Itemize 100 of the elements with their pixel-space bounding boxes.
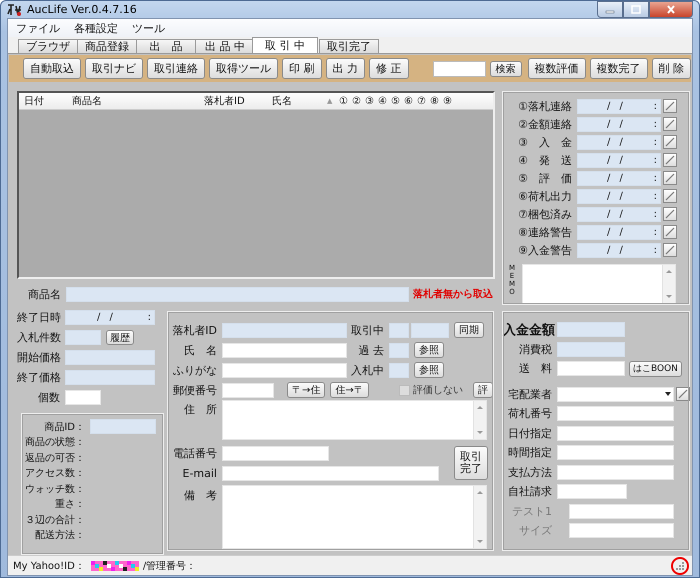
edit-button[interactable]: [663, 207, 677, 221]
column-header[interactable]: 日付: [24, 94, 72, 108]
date-field[interactable]: / / :: [577, 152, 661, 168]
input-field[interactable]: [65, 370, 155, 384]
date-field[interactable]: / / :: [577, 206, 661, 222]
column-header[interactable]: 商品名: [72, 94, 204, 108]
scrollbar[interactable]: [473, 486, 486, 548]
input-field[interactable]: [389, 322, 409, 338]
input-field[interactable]: [557, 445, 674, 460]
input-field[interactable]: [557, 322, 625, 338]
sync-button[interactable]: 同期: [454, 322, 484, 338]
edit-button[interactable]: [663, 225, 677, 239]
input-field[interactable]: [222, 382, 274, 398]
tab[interactable]: ブラウザ: [18, 39, 78, 53]
input-field[interactable]: [66, 286, 409, 302]
column-header[interactable]: ④: [376, 96, 389, 106]
column-header[interactable]: ⑥: [402, 96, 415, 106]
checkbox[interactable]: [398, 384, 410, 396]
dropdown[interactable]: [557, 386, 674, 402]
address-to-postal-button[interactable]: 住→〒: [330, 382, 369, 398]
hakoboon-button[interactable]: はこBOON: [629, 360, 682, 377]
rate-button[interactable]: 評: [473, 382, 493, 398]
menu-item[interactable]: ツール: [132, 20, 165, 36]
tab[interactable]: 取引完了: [319, 39, 379, 53]
toolbar-button[interactable]: 複数完了: [590, 58, 648, 79]
column-header[interactable]: ⑤: [389, 96, 402, 106]
menu-item[interactable]: ファイル: [16, 20, 60, 36]
toolbar-button[interactable]: 出 力: [326, 58, 365, 79]
column-header[interactable]: ②: [350, 96, 363, 106]
scrollbar[interactable]: [473, 401, 486, 439]
input-field[interactable]: [389, 342, 409, 358]
complete-button[interactable]: 取引完了: [454, 446, 488, 480]
close-button[interactable]: [649, 1, 693, 18]
search-field[interactable]: [432, 60, 486, 76]
tab[interactable]: 出 品: [136, 39, 196, 53]
input-field[interactable]: [557, 464, 674, 480]
input-field[interactable]: [222, 322, 347, 338]
toolbar-button[interactable]: 自動取込: [23, 58, 81, 79]
input-field[interactable]: [389, 362, 409, 378]
edit-button[interactable]: [663, 99, 677, 113]
edit-button[interactable]: [663, 171, 677, 185]
input-field[interactable]: [222, 342, 347, 358]
input-field[interactable]: [222, 446, 329, 460]
view-button[interactable]: 参照: [414, 362, 444, 378]
column-header[interactable]: ⑦: [415, 96, 428, 106]
input-field[interactable]: [557, 342, 625, 357]
toolbar-button[interactable]: 削 除: [652, 58, 691, 79]
history-button[interactable]: 履歴: [106, 330, 134, 344]
column-header[interactable]: 落札者ID: [204, 94, 272, 108]
column-header[interactable]: ⑨: [441, 96, 454, 106]
input-field[interactable]: [411, 322, 449, 338]
text-area[interactable]: [522, 264, 676, 304]
column-header[interactable]: ③: [363, 96, 376, 106]
toolbar-button[interactable]: 複数評価: [528, 58, 586, 79]
size-grip-icon[interactable]: [676, 562, 684, 570]
column-header[interactable]: 氏名: [272, 94, 327, 108]
edit-button[interactable]: [663, 189, 677, 203]
input-field[interactable]: [222, 466, 439, 480]
date-field[interactable]: / / :: [577, 98, 661, 114]
date-field[interactable]: / / :: [577, 242, 661, 258]
search-button[interactable]: 検索: [490, 60, 522, 76]
maximize-button[interactable]: [623, 1, 649, 18]
toolbar-button[interactable]: 取引ナビ: [85, 58, 143, 79]
view-button[interactable]: 参照: [414, 342, 444, 358]
date-field[interactable]: / / :: [65, 310, 155, 324]
minimize-button[interactable]: [597, 1, 623, 18]
edit-button[interactable]: [663, 243, 677, 257]
toolbar-button[interactable]: 取得ツール: [209, 58, 278, 79]
input-field[interactable]: [65, 350, 155, 364]
column-header[interactable]: ⑧: [428, 96, 441, 106]
edit-button[interactable]: [663, 135, 677, 149]
input-field[interactable]: [557, 406, 674, 422]
date-field[interactable]: / / :: [577, 224, 661, 240]
input-field[interactable]: [557, 361, 625, 376]
menu-item[interactable]: 各種設定: [74, 20, 118, 36]
edit-button[interactable]: [676, 387, 690, 402]
tab[interactable]: 出 品 中: [195, 39, 255, 53]
scrollbar[interactable]: [662, 265, 675, 303]
text-area[interactable]: [222, 400, 487, 440]
toolbar-button[interactable]: 取引連絡: [147, 58, 205, 79]
column-header[interactable]: ①: [337, 96, 350, 106]
edit-button[interactable]: [663, 117, 677, 131]
input-field[interactable]: [222, 362, 347, 378]
toolbar-button[interactable]: 印 刷: [282, 58, 322, 79]
detail-label: ３辺の合計：: [24, 514, 86, 527]
date-field[interactable]: / / :: [577, 116, 661, 132]
date-field[interactable]: / / :: [577, 188, 661, 204]
date-field[interactable]: / / :: [577, 170, 661, 186]
date-field[interactable]: / / :: [577, 134, 661, 150]
edit-button[interactable]: [663, 153, 677, 167]
tab[interactable]: 商品登録: [77, 39, 137, 53]
text-area[interactable]: [222, 485, 487, 549]
input-field[interactable]: [557, 426, 674, 441]
postal-to-address-button[interactable]: 〒→住: [287, 382, 326, 398]
input-field[interactable]: [90, 419, 156, 434]
input-field[interactable]: [557, 484, 627, 500]
tab[interactable]: 取 引 中: [252, 37, 318, 53]
input-field[interactable]: [65, 390, 101, 404]
toolbar-button[interactable]: 修 正: [369, 58, 408, 79]
input-field[interactable]: [65, 330, 101, 344]
